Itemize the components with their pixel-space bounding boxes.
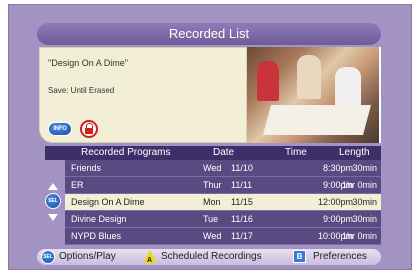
program-day: Thur bbox=[203, 180, 222, 190]
recorded-list-screen: Recorded List "Design On A Dime" Save: U… bbox=[8, 4, 412, 270]
save-info: Save: Until Erased bbox=[48, 86, 115, 95]
program-name: NYPD Blues bbox=[71, 231, 122, 241]
options-play-label[interactable]: Options/Play bbox=[59, 249, 116, 265]
arrow-up-icon[interactable] bbox=[48, 183, 58, 190]
lock-icon[interactable] bbox=[80, 120, 98, 138]
program-length: 30min bbox=[352, 163, 377, 173]
header-time: Time bbox=[285, 147, 307, 158]
program-day: Wed bbox=[203, 163, 222, 173]
program-date: 11/16 bbox=[231, 214, 253, 224]
program-name: ER bbox=[71, 180, 84, 190]
program-length: 30min bbox=[352, 214, 377, 224]
program-name: Friends bbox=[71, 163, 102, 173]
program-length: 1hr 0min bbox=[341, 180, 377, 190]
preferences-label[interactable]: Preferences bbox=[313, 249, 367, 265]
program-day: Mon bbox=[203, 197, 221, 207]
program-date: 11/11 bbox=[231, 180, 253, 190]
header-recorded-programs: Recorded Programs bbox=[81, 147, 171, 158]
scheduled-recordings-label[interactable]: Scheduled Recordings bbox=[161, 249, 262, 265]
sel-icon[interactable]: SEL bbox=[45, 193, 61, 209]
recorded-programs-list: Friends Wed 11/10 8:30pm 30min ER Thur 1… bbox=[65, 160, 381, 245]
program-date: 11/10 bbox=[231, 163, 253, 173]
program-date: 11/17 bbox=[231, 231, 253, 241]
header-length: Length bbox=[339, 147, 370, 158]
a-button-label: A bbox=[147, 257, 153, 264]
list-row[interactable]: Divine Design Tue 11/16 9:00pm 30min bbox=[65, 211, 381, 228]
list-row[interactable]: Friends Wed 11/10 8:30pm 30min bbox=[65, 160, 381, 177]
info-icon[interactable]: INFO bbox=[48, 122, 72, 136]
arrow-down-icon[interactable] bbox=[48, 214, 58, 221]
program-date: 11/15 bbox=[231, 197, 253, 207]
list-scroll-control[interactable]: SEL bbox=[45, 181, 63, 221]
header-date: Date bbox=[213, 147, 235, 158]
program-day: Tue bbox=[203, 214, 219, 224]
program-name: Design On A Dime bbox=[71, 197, 145, 207]
program-info-panel: "Design On A Dime" Save: Until Erased IN… bbox=[39, 47, 247, 143]
program-day: Wed bbox=[203, 231, 222, 241]
b-button-icon[interactable]: B bbox=[293, 250, 306, 263]
program-title: "Design On A Dime" bbox=[48, 58, 128, 68]
list-row[interactable]: ER Thur 11/11 9:00pm 1hr 0min bbox=[65, 177, 381, 194]
list-header: Recorded Programs Date Time Length bbox=[45, 146, 381, 160]
program-thumbnail bbox=[247, 47, 381, 143]
program-name: Divine Design bbox=[71, 214, 127, 224]
page-title: Recorded List bbox=[37, 23, 381, 45]
program-length: 30min bbox=[352, 197, 377, 207]
a-button-icon[interactable]: A bbox=[143, 250, 157, 264]
bottom-action-bar: SEL Options/Play A Scheduled Recordings … bbox=[37, 249, 381, 265]
program-length: 1hr 0min bbox=[341, 231, 377, 241]
list-row[interactable]: NYPD Blues Wed 11/17 10:00pm 1hr 0min bbox=[65, 228, 381, 245]
list-row-selected[interactable]: Design On A Dime Mon 11/15 12:00pm 30min bbox=[65, 194, 381, 211]
sel-button-icon[interactable]: SEL bbox=[41, 250, 55, 264]
